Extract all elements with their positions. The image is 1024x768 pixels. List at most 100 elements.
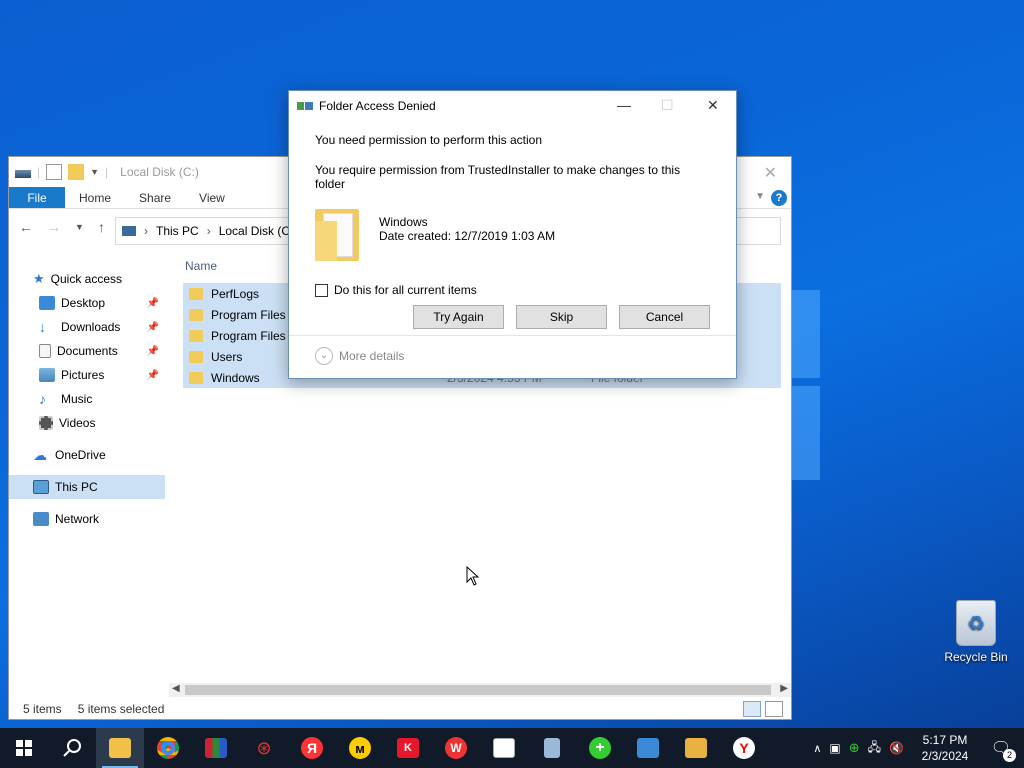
explorer-close-icon[interactable]: ✕ <box>764 163 777 183</box>
properties-icon[interactable] <box>46 164 63 180</box>
sidebar-item-videos[interactable]: Videos <box>9 411 165 435</box>
taskbar-yandex-market[interactable]: м <box>336 728 384 768</box>
taskbar-green-plus-app[interactable]: + <box>576 728 624 768</box>
contacts-icon <box>637 738 659 758</box>
taskbar-chrome[interactable] <box>144 728 192 768</box>
sidebar-item-quick-access[interactable]: ★ Quick access <box>9 267 165 291</box>
maximize-icon[interactable]: ☐ <box>661 97 674 114</box>
large-icons-view-icon[interactable] <box>765 701 783 717</box>
taskbar-wps-office[interactable]: W <box>432 728 480 768</box>
more-details-toggle[interactable]: ⌄ More details <box>315 347 404 365</box>
large-folder-icon <box>315 205 359 261</box>
minimize-icon[interactable]: — <box>617 97 631 113</box>
taskbar-archive-folder[interactable] <box>672 728 720 768</box>
clock[interactable]: 5:17 PM 2/3/2024 <box>912 732 978 764</box>
new-folder-icon[interactable] <box>68 164 85 180</box>
item-name: Users <box>211 349 243 364</box>
dialog-buttons: Try Again Skip Cancel <box>315 305 710 329</box>
sidebar-item-music[interactable]: ♪ Music <box>9 387 165 411</box>
sidebar-item-label: Music <box>61 392 93 406</box>
forward-arrow-icon[interactable]: → <box>47 219 61 235</box>
sidebar-item-pictures[interactable]: Pictures 📌 <box>9 363 165 387</box>
windows-start-icon <box>16 740 32 756</box>
tray-plus-icon[interactable]: ⊕ <box>849 740 860 756</box>
file-explorer-icon <box>109 738 131 758</box>
recent-locations-chevron-icon[interactable]: ▼ <box>75 222 84 232</box>
sidebar-item-documents[interactable]: Documents 📌 <box>9 339 165 363</box>
taskbar: ⊛ Я м K W + Y ∧ ▣ ⊕ 🖧 🔇 5:17 PM 2/3/2024 <box>0 728 1024 768</box>
cancel-button[interactable]: Cancel <box>619 305 710 329</box>
scroll-right-icon[interactable]: ▶ <box>780 683 788 694</box>
pc-icon <box>122 226 136 236</box>
folder-icon <box>189 371 203 384</box>
volume-muted-icon[interactable]: 🔇 <box>889 741 904 755</box>
taskbar-file-explorer[interactable] <box>96 728 144 768</box>
taskbar-document-app[interactable] <box>528 728 576 768</box>
taskbar-kaspersky[interactable]: K <box>384 728 432 768</box>
scroll-left-icon[interactable]: ◀ <box>172 683 180 694</box>
customize-toolbar-chevron-icon[interactable]: ▼ <box>90 167 99 177</box>
drive-icon <box>15 170 31 178</box>
item-name: PerfLogs <box>211 286 260 301</box>
tab-home[interactable]: Home <box>65 187 125 208</box>
start-button[interactable] <box>0 728 48 768</box>
dialog-divider <box>289 335 736 336</box>
scrollbar-thumb[interactable] <box>185 685 771 695</box>
folder-move-icon <box>297 100 313 112</box>
yandex-y-icon: Y <box>733 737 755 759</box>
search-icon <box>63 739 81 757</box>
breadcrumb-local-disk[interactable]: Local Disk (C:) <box>219 224 298 238</box>
sidebar-item-downloads[interactable]: ↓ Downloads 📌 <box>9 315 165 339</box>
kaspersky-icon: K <box>397 738 419 758</box>
taskbar-yandex[interactable]: Y <box>720 728 768 768</box>
try-again-button[interactable]: Try Again <box>413 305 504 329</box>
help-icon[interactable]: ? <box>771 190 787 206</box>
clock-time: 5:17 PM <box>922 733 968 747</box>
apply-to-all-checkbox[interactable] <box>315 283 328 297</box>
navigation-pane: ★ Quick access Desktop 📌 ↓ Downloads 📌 D… <box>9 267 165 531</box>
details-view-icon[interactable] <box>743 701 761 717</box>
skip-button[interactable]: Skip <box>516 305 607 329</box>
taskbar-yandex-browser[interactable]: Я <box>288 728 336 768</box>
horizontal-scrollbar[interactable]: ◀ ▶ <box>169 683 791 697</box>
archive-folder-icon <box>685 738 707 758</box>
sidebar-item-desktop[interactable]: Desktop 📌 <box>9 291 165 315</box>
clock-date: 2/3/2024 <box>921 749 969 763</box>
pin-icon[interactable]: 📌 <box>147 322 159 333</box>
taskbar-photos[interactable] <box>480 728 528 768</box>
market-icon: м <box>349 737 371 759</box>
apply-to-all-row[interactable]: Do this for all current items <box>315 283 710 297</box>
recycle-bin-shortcut[interactable]: Recycle Bin <box>940 600 1012 664</box>
pin-icon[interactable]: 📌 <box>147 298 159 309</box>
cloud-icon: ☁ <box>33 446 47 463</box>
show-hidden-icons-chevron-icon[interactable]: ∧ <box>813 742 821 755</box>
column-header-name[interactable]: Name <box>185 259 217 273</box>
folder-name: Windows <box>379 215 428 229</box>
breadcrumb-this-pc[interactable]: This PC <box>156 224 199 238</box>
apply-to-all-label[interactable]: Do this for all current items <box>334 283 477 297</box>
document-app-icon <box>544 738 560 758</box>
up-arrow-icon[interactable]: ↑ <box>98 219 105 235</box>
back-arrow-icon[interactable]: ← <box>19 219 33 235</box>
sidebar-item-onedrive[interactable]: ☁ OneDrive <box>9 443 165 467</box>
taskbar-antivirus[interactable]: ⊛ <box>240 728 288 768</box>
expand-ribbon-icon[interactable]: ▼ <box>755 191 765 202</box>
pin-icon[interactable]: 📌 <box>147 346 159 357</box>
action-center-button[interactable]: 🗨 2 <box>986 738 1016 762</box>
search-button[interactable] <box>48 728 96 768</box>
status-selected-count: 5 items selected <box>77 702 165 716</box>
sidebar-item-this-pc[interactable]: This PC <box>9 475 165 499</box>
videos-icon <box>39 416 53 430</box>
dialog-titlebar: Folder Access Denied — ☐ ✕ <box>289 91 736 121</box>
pin-icon[interactable]: 📌 <box>147 370 159 381</box>
recycle-bin-icon <box>956 600 996 646</box>
tray-app-icon[interactable]: ▣ <box>829 741 840 755</box>
close-icon[interactable]: ✕ <box>707 97 719 114</box>
network-status-icon[interactable]: 🖧 <box>868 738 881 759</box>
tab-view[interactable]: View <box>185 187 239 208</box>
taskbar-winrar[interactable] <box>192 728 240 768</box>
tab-file[interactable]: File <box>9 187 65 208</box>
sidebar-item-network[interactable]: Network <box>9 507 165 531</box>
taskbar-contacts-app[interactable] <box>624 728 672 768</box>
tab-share[interactable]: Share <box>125 187 185 208</box>
